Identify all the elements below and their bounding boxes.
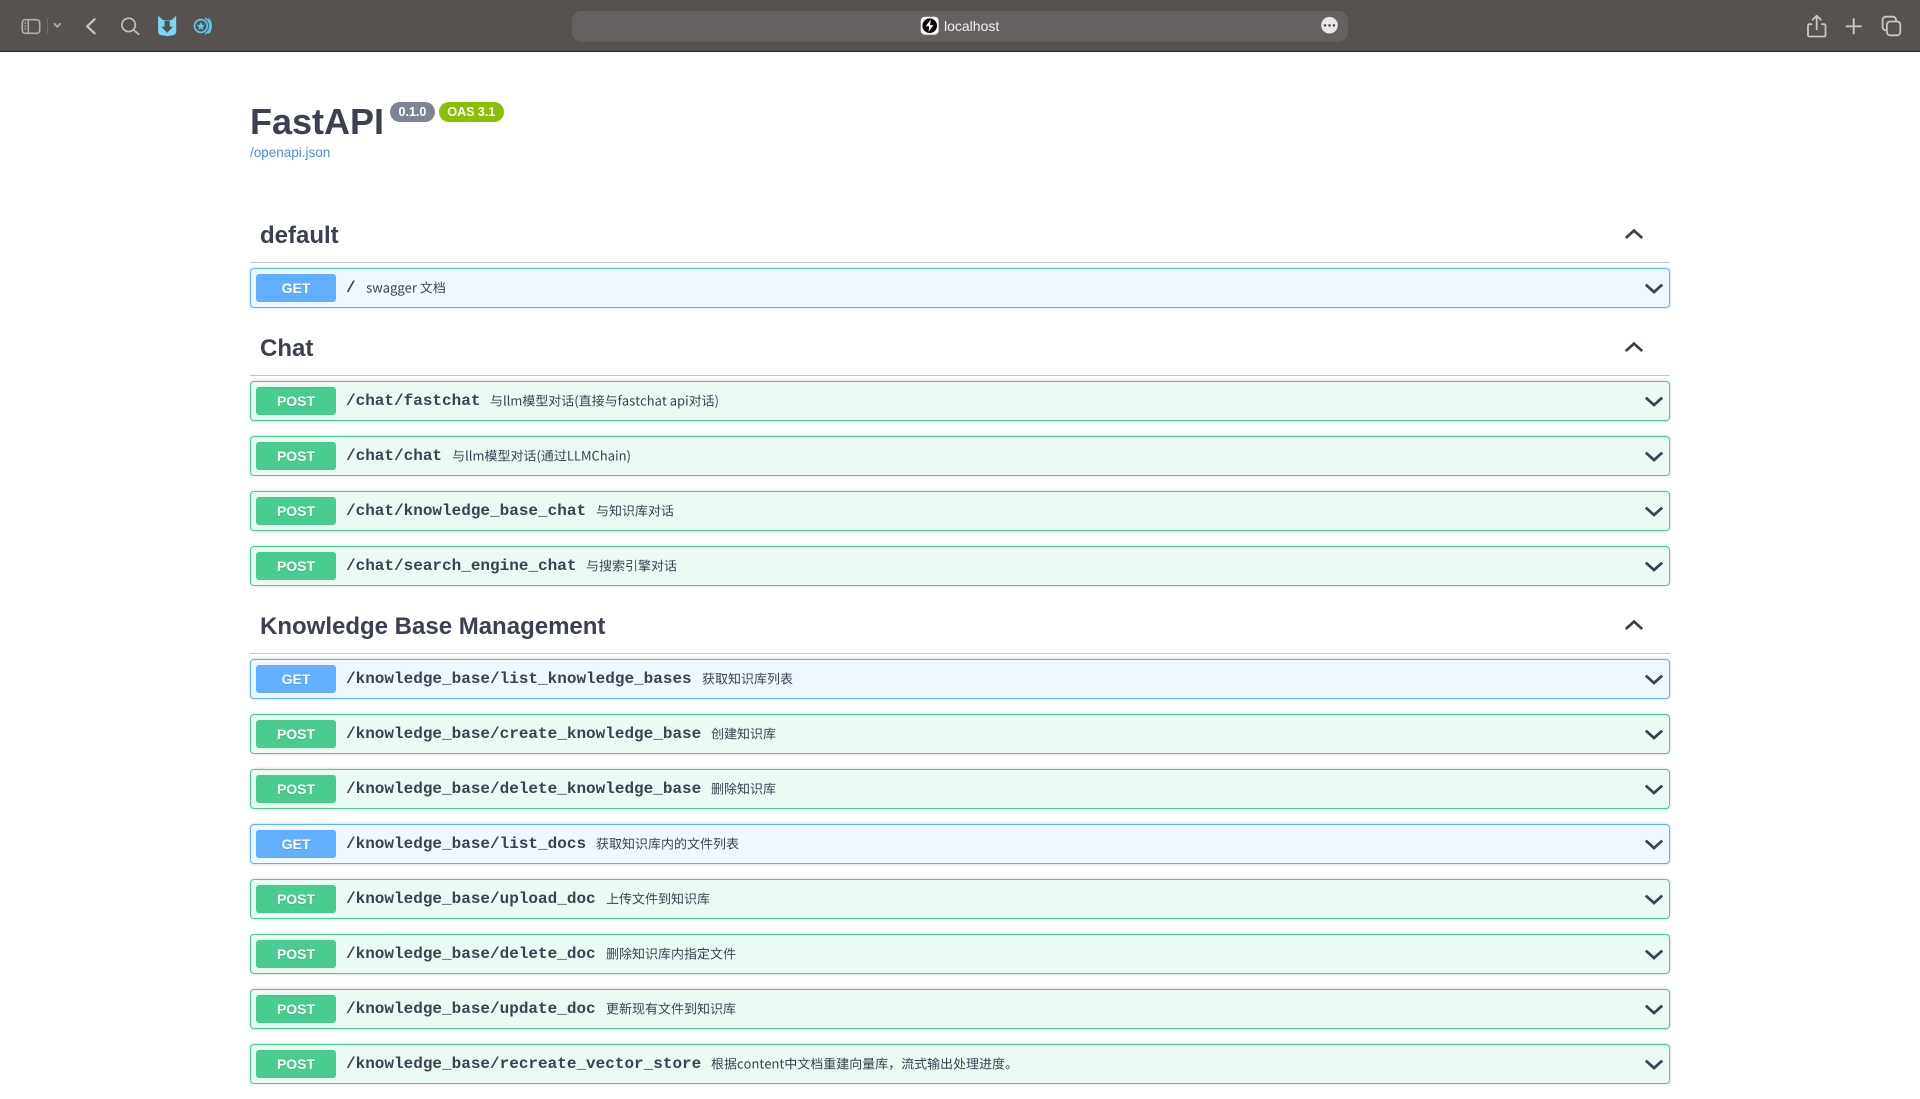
svg-text:localhost: localhost	[944, 18, 999, 34]
